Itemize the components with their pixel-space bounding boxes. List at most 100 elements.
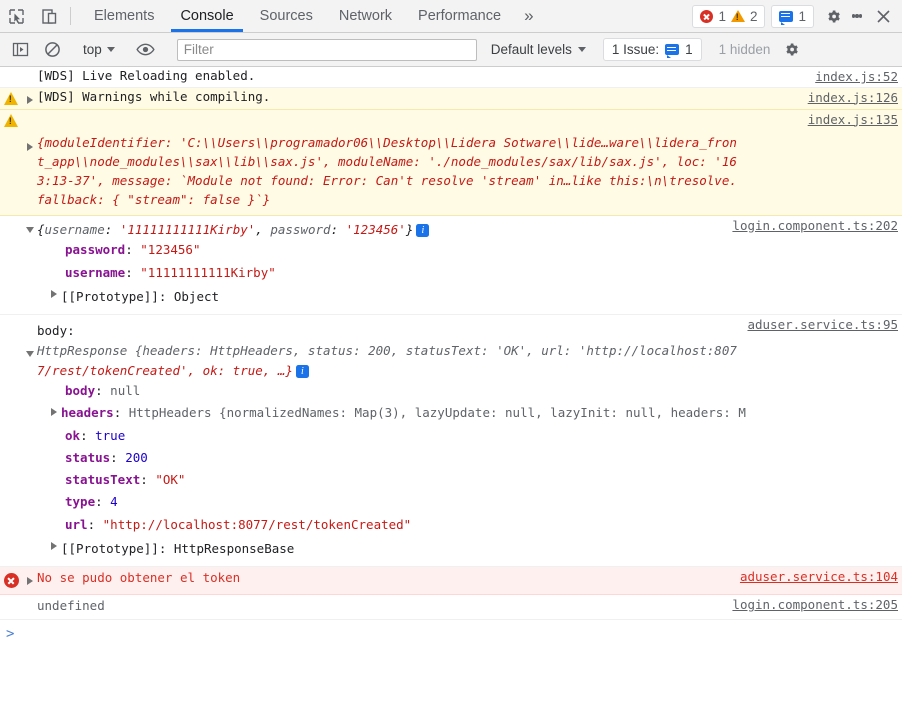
- close-icon[interactable]: [868, 9, 898, 24]
- property-key: body: [65, 383, 96, 398]
- response-summary-line-1: HttpResponse {headers: HttpHeaders, stat…: [37, 341, 898, 360]
- object-value-username: '11111111111Kirby': [119, 221, 256, 237]
- row-arrow-slot[interactable]: [22, 91, 37, 104]
- source-link[interactable]: login.component.ts:202: [732, 219, 898, 233]
- console-row-http-response[interactable]: body: HttpResponse {headers: HttpHeaders…: [0, 315, 902, 567]
- row-content: [WDS] Warnings while compiling.: [37, 90, 902, 104]
- row-arrow-slot[interactable]: [22, 320, 37, 357]
- console-row-warnings-compiling[interactable]: [WDS] Warnings while compiling. index.js…: [0, 87, 902, 110]
- console-row-login-object[interactable]: {username: '11111111111Kirby', password:…: [0, 215, 902, 315]
- response-property-ok: ok: true: [65, 427, 126, 443]
- error-count: 1: [718, 8, 726, 24]
- property-value: HttpHeaders {normalizedNames: Map(3), la…: [128, 405, 746, 421]
- expand-triangle-icon[interactable]: [26, 577, 33, 585]
- warning-icon: [4, 113, 18, 127]
- response-property-body: body: null: [65, 383, 141, 398]
- object-property-username: username: "11111111111Kirby": [65, 264, 276, 280]
- tab-console[interactable]: Console: [167, 0, 246, 32]
- devtools-window: Elements Console Sources Network Perform…: [0, 0, 902, 715]
- console-prompt[interactable]: >: [0, 619, 902, 642]
- filter-input[interactable]: [176, 38, 477, 61]
- response-prototype-row[interactable]: [[Prototype]]: HttpResponseBase: [37, 536, 898, 560]
- warning-icon: [4, 91, 18, 105]
- object-separator: ,: [255, 221, 271, 237]
- response-summary-text-2: 7/rest/tokenCreated', ok: true, …}: [37, 362, 293, 378]
- chevron-down-icon: [106, 47, 115, 52]
- source-link[interactable]: aduser.service.ts:104: [740, 570, 898, 584]
- source-link[interactable]: aduser.service.ts:95: [747, 318, 898, 332]
- message-count-box[interactable]: 1: [771, 4, 814, 28]
- issue-message-icon: [779, 10, 794, 25]
- source-link[interactable]: login.component.ts:205: [732, 598, 898, 612]
- source-link[interactable]: index.js:52: [815, 70, 898, 84]
- devtools-tabbar: Elements Console Sources Network Perform…: [0, 0, 902, 33]
- tab-elements-label: Elements: [94, 8, 155, 24]
- undefined-text: undefined: [37, 598, 105, 613]
- row-arrow-slot[interactable]: [22, 113, 37, 151]
- object-key-password: password: [270, 221, 331, 237]
- row-arrow-slot: [22, 70, 37, 73]
- row-gutter: [0, 600, 22, 601]
- object-prototype-row[interactable]: [[Prototype]]: Object: [37, 284, 898, 308]
- property-value: "OK": [155, 472, 186, 487]
- hidden-messages-label[interactable]: 1 hidden: [711, 42, 779, 57]
- console-row-live-reloading[interactable]: [WDS] Live Reloading enabled. index.js:5…: [0, 67, 902, 88]
- tab-sources[interactable]: Sources: [247, 0, 326, 32]
- chevron-down-icon: [577, 47, 586, 52]
- collapse-triangle-icon[interactable]: [25, 351, 34, 357]
- issues-count: 1: [685, 42, 693, 57]
- collapse-triangle-icon[interactable]: [25, 226, 34, 233]
- property-key: statusText: [65, 472, 141, 487]
- row-arrow-slot: [22, 600, 37, 603]
- tab-performance[interactable]: Performance: [405, 0, 514, 32]
- tab-network[interactable]: Network: [326, 0, 405, 32]
- row-content: body: HttpResponse {headers: HttpHeaders…: [37, 320, 902, 560]
- console-row-undefined[interactable]: undefined login.component.ts:205: [0, 595, 902, 620]
- property-key: headers: [61, 405, 114, 421]
- issues-button[interactable]: 1 Issue: 1: [602, 38, 702, 61]
- expand-triangle-icon[interactable]: [51, 541, 57, 550]
- source-link[interactable]: index.js:135: [808, 113, 898, 127]
- property-key: ok: [65, 427, 81, 443]
- kebab-menu-icon[interactable]: [846, 13, 868, 20]
- error-text: No se pudo obtener el token: [37, 570, 241, 585]
- response-property-url: url: "http://localhost:8077/rest/tokenCr…: [65, 516, 412, 532]
- error-warning-counts[interactable]: 1 2: [692, 4, 766, 28]
- tab-elements[interactable]: Elements: [81, 0, 167, 32]
- console-row-module-warning[interactable]: {moduleIdentifier: 'C:\\Users\\programad…: [0, 109, 902, 216]
- log-levels-selector[interactable]: Default levels: [483, 42, 594, 57]
- property-value: 4: [110, 494, 118, 510]
- prompt-caret-icon: >: [6, 625, 15, 642]
- log-text: [WDS] Live Reloading enabled.: [37, 68, 256, 83]
- property-key: status: [65, 449, 111, 465]
- expand-triangle-icon[interactable]: [51, 408, 57, 417]
- expand-triangle-icon[interactable]: [51, 289, 57, 298]
- more-tabs-chevron-icon[interactable]: »: [514, 0, 543, 32]
- inspect-element-icon[interactable]: [0, 0, 33, 32]
- row-arrow-slot[interactable]: [22, 221, 37, 233]
- device-toolbar-icon[interactable]: [33, 0, 66, 32]
- expand-triangle-icon[interactable]: [26, 142, 33, 151]
- execution-context-selector[interactable]: top: [77, 42, 121, 57]
- execution-context-label: top: [83, 42, 102, 57]
- response-property-status: status: 200: [65, 449, 148, 465]
- info-badge-icon[interactable]: i: [416, 223, 430, 237]
- live-expression-icon[interactable]: [130, 36, 162, 64]
- info-badge-icon[interactable]: i: [295, 364, 309, 378]
- clear-console-icon[interactable]: [36, 36, 68, 64]
- console-settings-gear-icon[interactable]: [778, 41, 804, 58]
- console-sidebar-icon[interactable]: [4, 36, 36, 64]
- warning-detail-line-3: 3:13-37', message: `Module not found: Er…: [37, 172, 737, 188]
- console-row-token-error[interactable]: No se pudo obtener el token aduser.servi…: [0, 567, 902, 595]
- source-link[interactable]: index.js:126: [808, 91, 898, 105]
- console-log-area[interactable]: [WDS] Live Reloading enabled. index.js:5…: [0, 67, 902, 715]
- warning-detail-line-4: fallback: { "stream": false }`}: [37, 191, 271, 207]
- row-gutter: [0, 221, 22, 222]
- expand-triangle-icon[interactable]: [26, 95, 33, 104]
- row-arrow-slot[interactable]: [22, 572, 37, 585]
- response-property-type: type: 4: [65, 494, 118, 510]
- message-count: 1: [798, 8, 806, 24]
- gear-icon[interactable]: [820, 8, 846, 25]
- response-property-statustext: statusText: "OK": [65, 472, 186, 487]
- property-key: password: [65, 242, 126, 258]
